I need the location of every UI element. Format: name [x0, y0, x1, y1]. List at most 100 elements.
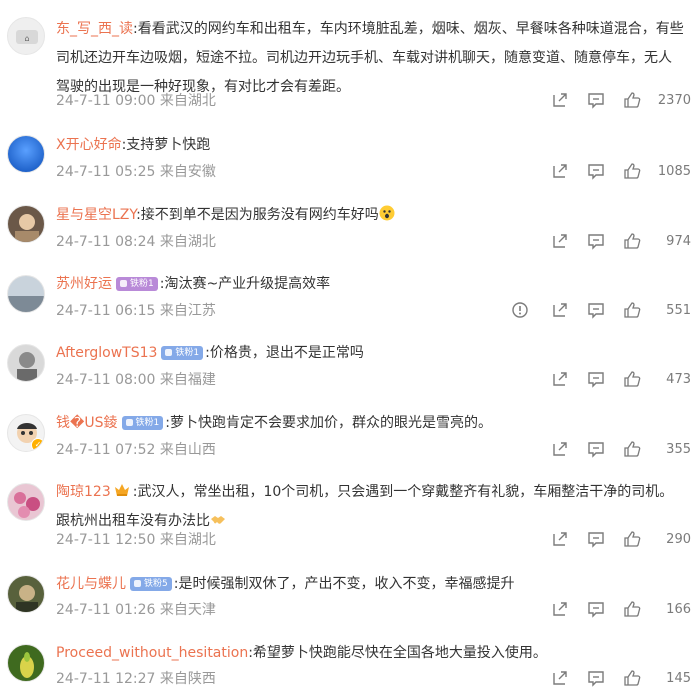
share-icon[interactable]	[551, 370, 569, 388]
comment-actions: 145	[551, 669, 691, 689]
comment-icon[interactable]	[587, 91, 605, 109]
comment-icon[interactable]	[587, 669, 605, 687]
like-icon[interactable]	[623, 440, 641, 458]
scared-face-icon	[379, 205, 395, 221]
username[interactable]: AfterglowTS13	[56, 345, 157, 361]
username[interactable]: Proceed_without_hesitation	[56, 645, 248, 661]
comment-meta: 24-7-11 06:15 来自江苏	[56, 301, 216, 321]
crown-icon	[114, 484, 129, 496]
like-count: 551	[666, 303, 691, 318]
comment-icon[interactable]	[587, 600, 605, 618]
share-icon[interactable]	[551, 669, 569, 687]
location: 来自山西	[159, 442, 216, 458]
comment-actions: 551	[511, 301, 691, 321]
avatar[interactable]	[7, 205, 45, 243]
username[interactable]: 钱�US錂	[56, 415, 118, 431]
like-icon[interactable]	[623, 370, 641, 388]
like-count: 145	[666, 671, 691, 686]
like-icon[interactable]	[623, 232, 641, 250]
verified-badge-icon: ✓	[31, 438, 44, 451]
timestamp: 24-7-11 07:52	[56, 442, 156, 458]
like-count: 974	[666, 234, 691, 249]
comment-icon[interactable]	[587, 301, 605, 319]
comment-meta: 24-7-11 12:50 来自湖北	[56, 530, 216, 550]
like-icon[interactable]	[623, 600, 641, 618]
share-icon[interactable]	[551, 91, 569, 109]
fan-badge: 铁粉1	[116, 277, 158, 291]
comment-text: 星与星空LZY:接不到单不是因为服务没有网约车好吗	[56, 201, 685, 230]
comment-text: 陶琼123:武汉人，常坐出租，10个司机，只会遇到一个穿戴整齐有礼貌，车厢整洁干…	[56, 478, 685, 536]
avatar[interactable]	[7, 483, 45, 521]
handshake-icon	[211, 516, 225, 524]
comment-actions: 166	[551, 600, 691, 620]
location: 来自安徽	[159, 164, 216, 180]
like-icon[interactable]	[623, 162, 641, 180]
comment-meta: 24-7-11 07:52 来自山西	[56, 440, 216, 460]
avatar[interactable]	[7, 575, 45, 613]
like-count: 2370	[657, 93, 691, 108]
avatar[interactable]	[7, 644, 45, 682]
like-icon[interactable]	[623, 301, 641, 319]
username[interactable]: X开心好命	[56, 137, 122, 153]
username[interactable]: 花儿与蝶儿	[56, 576, 126, 592]
like-icon[interactable]	[623, 530, 641, 548]
avatar[interactable]	[7, 275, 45, 313]
username[interactable]: 苏州好运	[56, 276, 112, 292]
comment-body: :萝卜快跑肯定不会要求加价，群众的眼光是雪亮的。	[165, 415, 492, 431]
share-icon[interactable]	[551, 232, 569, 250]
comment-text: 花儿与蝶儿 铁粉5:是时候强制双休了，产出不变，收入不变，幸福感提升	[56, 570, 685, 599]
timestamp: 24-7-11 08:24	[56, 234, 156, 250]
report-icon[interactable]	[511, 301, 529, 319]
comment-text: 钱�US錂 铁粉1:萝卜快跑肯定不会要求加价，群众的眼光是雪亮的。	[56, 409, 685, 438]
share-icon[interactable]	[551, 440, 569, 458]
comment-text: X开心好命:支持萝卜快跑	[56, 131, 685, 160]
location: 来自湖北	[159, 234, 216, 250]
timestamp: 24-7-11 06:15	[56, 303, 156, 319]
comment-body: :武汉人，常坐出租，10个司机，只会遇到一个穿戴整齐有礼貌，车厢整洁干净的司机。…	[56, 484, 674, 529]
comment-text: AfterglowTS13 铁粉1:价格贵，退出不是正常吗	[56, 339, 685, 368]
fan-badge: 铁粉5	[130, 577, 172, 591]
fan-badge: 铁粉1	[161, 346, 204, 360]
like-icon[interactable]	[623, 91, 641, 109]
comment-meta: 24-7-11 09:00 来自湖北	[56, 91, 216, 111]
comment-actions: 290	[551, 530, 691, 550]
comment-actions: 473	[551, 370, 691, 390]
share-icon[interactable]	[551, 600, 569, 618]
avatar[interactable]: ⌂	[7, 17, 45, 55]
share-icon[interactable]	[551, 530, 569, 548]
comment-meta: 24-7-11 12:27 来自陕西	[56, 669, 216, 689]
comment-actions: 2370	[551, 91, 691, 111]
like-count: 290	[666, 532, 691, 547]
comment-meta: 24-7-11 01:26 来自天津	[56, 600, 216, 620]
location: 来自湖北	[159, 93, 216, 109]
comment-body: :支持萝卜快跑	[121, 137, 211, 153]
comment-meta: 24-7-11 08:00 来自福建	[56, 370, 216, 390]
comment-body: :价格贵，退出不是正常吗	[205, 345, 364, 361]
like-count: 355	[666, 442, 691, 457]
comment-meta: 24-7-11 08:24 来自湖北	[56, 232, 216, 252]
avatar[interactable]	[7, 344, 45, 382]
username[interactable]: 陶琼123	[56, 484, 111, 500]
comment-icon[interactable]	[587, 370, 605, 388]
like-count: 473	[666, 372, 691, 387]
comment-icon[interactable]	[587, 530, 605, 548]
comment-actions: 355	[551, 440, 691, 460]
fan-badge: 铁粉1	[121, 416, 164, 430]
location: 来自陕西	[159, 671, 216, 687]
timestamp: 24-7-11 12:50	[56, 532, 156, 548]
comment-icon[interactable]	[587, 440, 605, 458]
username[interactable]: 星与星空LZY	[56, 207, 136, 223]
like-count: 1085	[657, 164, 691, 179]
comment-icon[interactable]	[587, 232, 605, 250]
comment-actions: 974	[551, 232, 691, 252]
share-icon[interactable]	[551, 301, 569, 319]
avatar[interactable]: ✓	[7, 414, 45, 452]
like-icon[interactable]	[623, 669, 641, 687]
comment-meta: 24-7-11 05:25 来自安徽	[56, 162, 216, 182]
timestamp: 24-7-11 12:27	[56, 671, 156, 687]
username[interactable]: 东_写_西_读	[56, 21, 133, 37]
avatar[interactable]	[7, 135, 45, 173]
timestamp: 24-7-11 08:00	[56, 372, 156, 388]
share-icon[interactable]	[551, 162, 569, 180]
comment-icon[interactable]	[587, 162, 605, 180]
